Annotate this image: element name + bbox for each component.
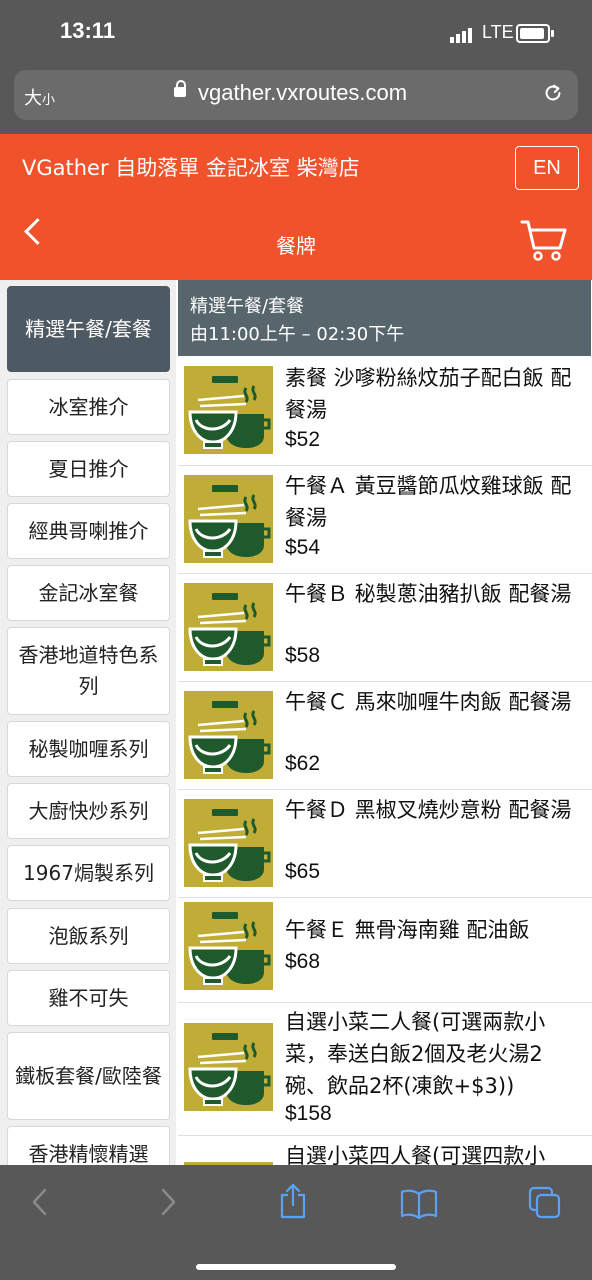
- menu-item[interactable]: 午餐Ｄ 黑椒叉燒炒意粉 配餐湯 $65: [178, 790, 592, 898]
- category-item[interactable]: 鐵板套餐/歐陸餐: [7, 1032, 170, 1120]
- section-title: 精選午餐/套餐: [190, 296, 305, 317]
- home-indicator: [196, 1264, 396, 1270]
- menu-item[interactable]: 自選小菜四人餐(可選四款小: [178, 1136, 592, 1165]
- category-item[interactable]: 1967焗製系列: [7, 845, 170, 901]
- item-price: $65: [285, 860, 321, 883]
- text-size-button[interactable]: 大小: [24, 84, 55, 110]
- text-size-small-label: 小: [42, 93, 56, 108]
- browser-toolbar: [0, 1165, 592, 1280]
- browser-bar: 大小 vgather.vxroutes.com: [0, 66, 592, 134]
- section-header: 精選午餐/套餐 由11:00上午 – 02:30下午: [178, 280, 591, 356]
- share-icon[interactable]: [278, 1183, 308, 1219]
- menu-list: 精選午餐/套餐 由11:00上午 – 02:30下午 素餐 沙嗲粉絲炆茄子配白飯…: [178, 280, 592, 1165]
- item-name: 午餐Ｂ 秘製蔥油豬扒飯 配餐湯: [285, 582, 572, 606]
- category-item[interactable]: 香港地道特色系列: [7, 627, 170, 715]
- battery-icon: [516, 24, 554, 43]
- item-price: $54: [285, 536, 321, 559]
- network-label: LTE: [482, 22, 514, 42]
- browser-forward-icon[interactable]: [158, 1187, 178, 1217]
- status-bar: 13:11 LTE: [0, 0, 592, 66]
- cart-icon[interactable]: [520, 218, 568, 262]
- category-item[interactable]: 雞不可失: [7, 970, 170, 1026]
- dish-image: [184, 583, 273, 671]
- item-name: 午餐Ｃ 馬來咖喱牛肉飯 配餐湯: [285, 690, 572, 714]
- category-sidebar: 精選午餐/套餐 冰室推介 夏日推介 經典哥喇推介 金記冰室餐 香港地道特色系列 …: [0, 280, 176, 1165]
- store-name: VGather 自助落單 金記冰室 柴灣店: [22, 156, 360, 180]
- bookmarks-icon[interactable]: [400, 1189, 438, 1219]
- dish-image: [184, 902, 273, 990]
- status-time: 13:11: [60, 18, 116, 43]
- item-price: $52: [285, 428, 321, 451]
- item-name: 午餐Ａ 黃豆醬節瓜炆雞球飯 配餐湯: [285, 474, 572, 530]
- item-name: 素餐 沙嗲粉絲炆茄子配白飯 配餐湯: [285, 366, 572, 422]
- category-item[interactable]: 大廚快炒系列: [7, 783, 170, 839]
- tabs-icon[interactable]: [527, 1185, 563, 1221]
- category-item[interactable]: 精選午餐/套餐: [7, 286, 170, 372]
- category-item[interactable]: 秘製咖喱系列: [7, 721, 170, 777]
- reload-icon[interactable]: [542, 82, 564, 104]
- item-name: 午餐Ｄ 黑椒叉燒炒意粉 配餐湯: [285, 798, 572, 822]
- url-text[interactable]: vgather.vxroutes.com: [198, 80, 407, 106]
- dish-image: [184, 691, 273, 779]
- menu-item[interactable]: 午餐Ｅ 無骨海南雞 配油飯 $68: [178, 898, 592, 1003]
- lock-icon: [174, 80, 186, 97]
- page-title: 餐牌: [276, 234, 316, 258]
- section-hours: 由11:00上午 – 02:30下午: [190, 324, 405, 345]
- app-header: VGather 自助落單 金記冰室 柴灣店 EN 餐牌: [0, 134, 592, 280]
- menu-item[interactable]: 自選小菜二人餐(可選兩款小菜，奉送白飯2個及老火湯2碗、飲品2杯(凍飲+$3))…: [178, 1003, 592, 1136]
- item-name: 自選小菜四人餐(可選四款小: [285, 1144, 546, 1165]
- text-size-large-label: 大: [24, 88, 42, 109]
- dish-image: [184, 799, 273, 887]
- language-button[interactable]: EN: [515, 146, 579, 190]
- item-price: $58: [285, 644, 321, 667]
- category-item[interactable]: 香港精懷精選: [7, 1126, 170, 1165]
- address-field[interactable]: 大小 vgather.vxroutes.com: [14, 70, 578, 120]
- menu-item[interactable]: 午餐Ｂ 秘製蔥油豬扒飯 配餐湯 $58: [178, 574, 592, 682]
- item-price: $158: [285, 1102, 332, 1125]
- category-item[interactable]: 經典哥喇推介: [7, 503, 170, 559]
- item-price: $68: [285, 950, 321, 973]
- signal-icon: [450, 24, 474, 43]
- category-item[interactable]: 冰室推介: [7, 379, 170, 435]
- category-item[interactable]: 金記冰室餐: [7, 565, 170, 621]
- dish-image: [184, 475, 273, 563]
- browser-back-icon[interactable]: [30, 1187, 50, 1217]
- category-item[interactable]: 夏日推介: [7, 441, 170, 497]
- item-name: 自選小菜二人餐(可選兩款小菜，奉送白飯2個及老火湯2碗、飲品2杯(凍飲+$3)): [285, 1010, 546, 1098]
- menu-item[interactable]: 午餐Ｃ 馬來咖喱牛肉飯 配餐湯 $62: [178, 682, 592, 790]
- menu-item[interactable]: 午餐Ａ 黃豆醬節瓜炆雞球飯 配餐湯 $54: [178, 466, 592, 574]
- category-item[interactable]: 泡飯系列: [7, 908, 170, 964]
- dish-image: [184, 1023, 273, 1111]
- dish-image: [184, 366, 273, 454]
- item-price: $62: [285, 752, 321, 775]
- item-name: 午餐Ｅ 無骨海南雞 配油飯: [285, 918, 530, 942]
- menu-item[interactable]: 素餐 沙嗲粉絲炆茄子配白飯 配餐湯 $52: [178, 358, 592, 466]
